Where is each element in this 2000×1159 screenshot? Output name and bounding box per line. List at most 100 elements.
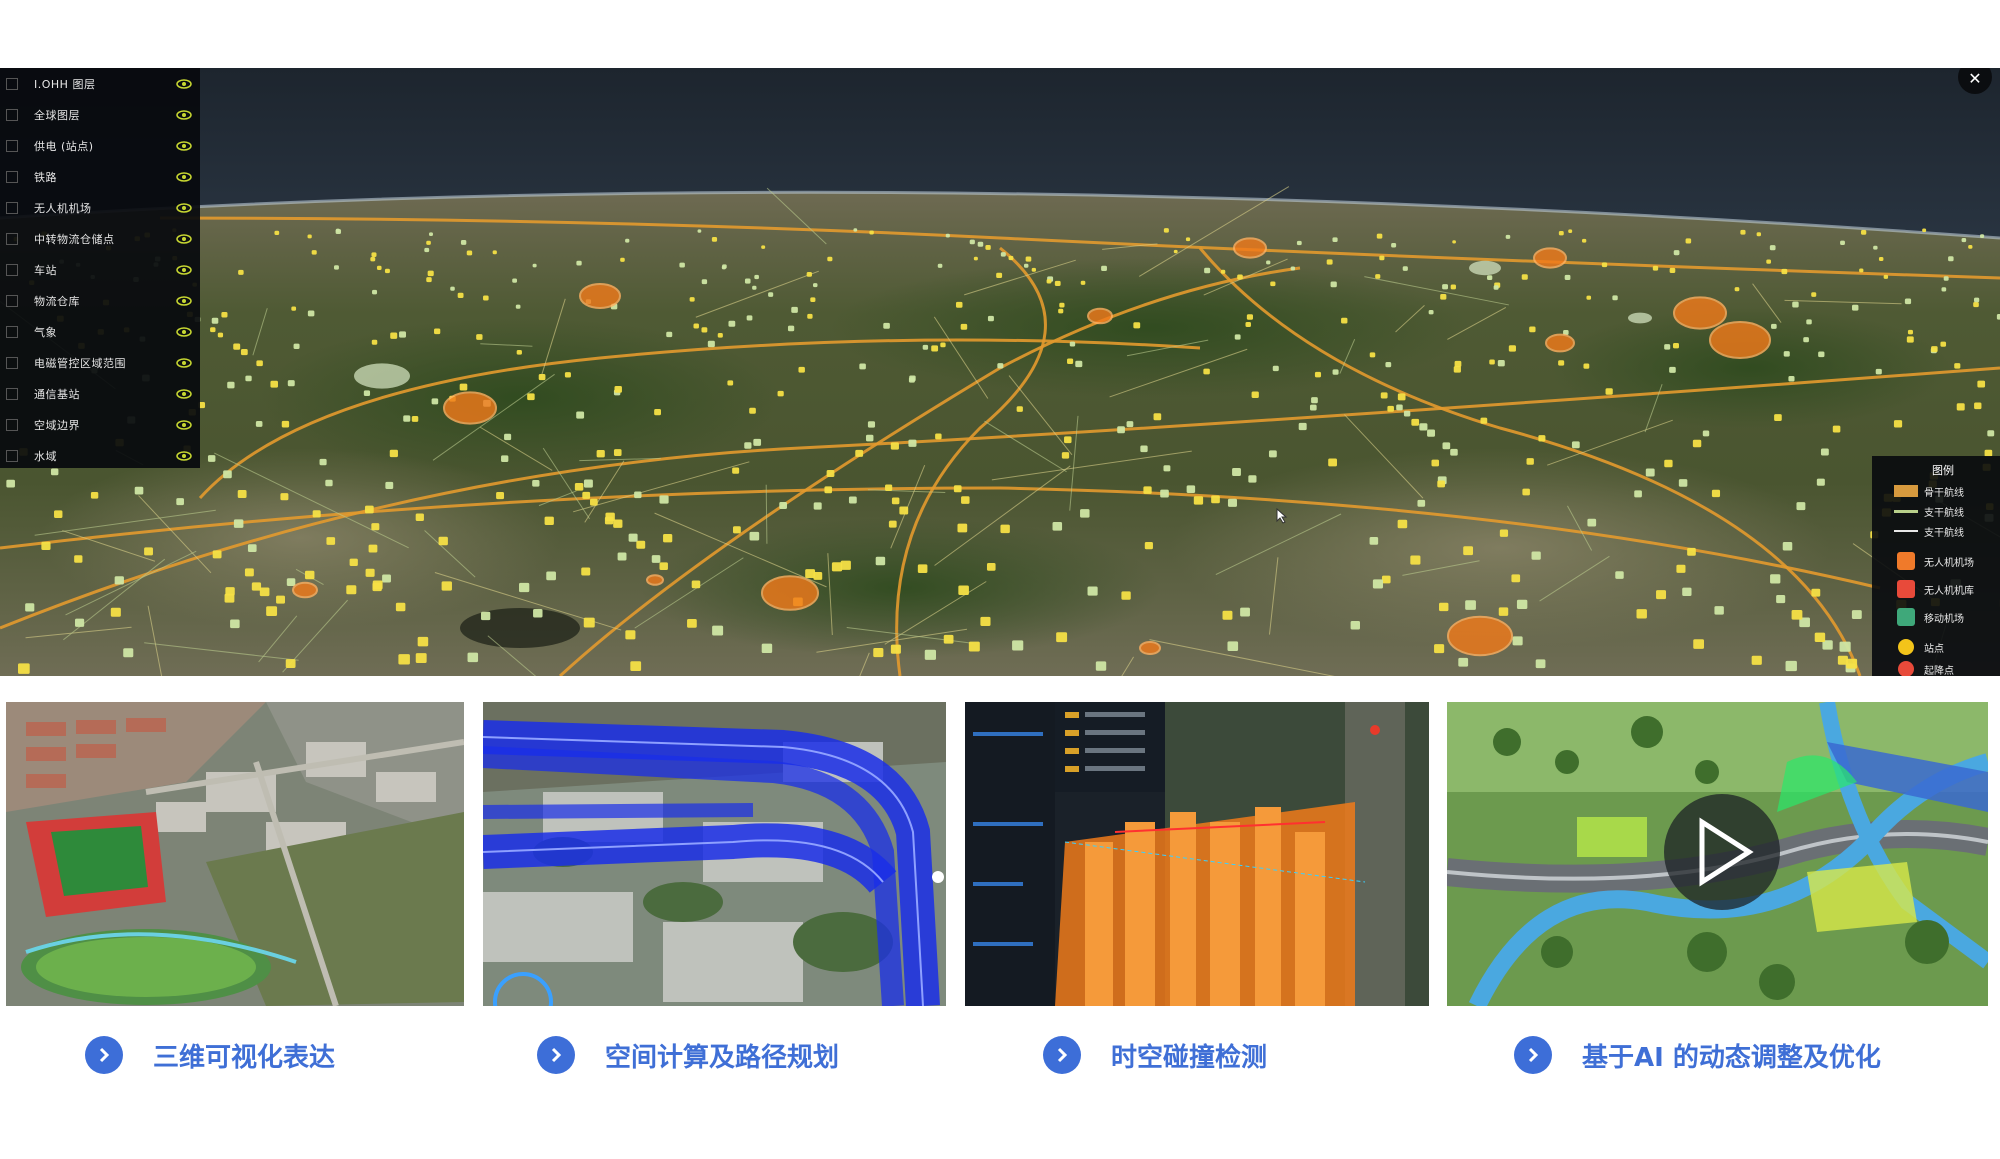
- station-node: [1529, 326, 1536, 333]
- thumbnail-collision-detection[interactable]: [965, 702, 1429, 1006]
- layer-label: 供电 (站点): [34, 139, 94, 153]
- feature-caption[interactable]: 三维可视化表达: [85, 1035, 335, 1075]
- station-node: [1931, 346, 1938, 353]
- eye-icon[interactable]: [176, 264, 192, 275]
- layer-item[interactable]: I.OHH 图层: [0, 68, 200, 99]
- station-node: [1878, 257, 1884, 262]
- feature-caption[interactable]: 基于AI 的动态调整及优化: [1514, 1035, 1881, 1075]
- map-3d-view[interactable]: I.OHH 图层 全球图层 供电 (站点) 铁路 无人机机场 中转物流仓储点 车…: [0, 68, 2000, 676]
- station-node: [417, 636, 429, 647]
- feature-caption[interactable]: 空间计算及路径规划: [537, 1035, 839, 1075]
- layer-item[interactable]: 通信基站: [0, 378, 200, 409]
- station-node: [1954, 363, 1961, 369]
- station-node: [701, 279, 708, 285]
- station-node: [922, 344, 929, 350]
- layer-item[interactable]: 中转物流仓储点: [0, 223, 200, 254]
- layer-item[interactable]: 电磁管控区域范围: [0, 347, 200, 378]
- station-node: [1498, 607, 1509, 616]
- eye-icon[interactable]: [176, 388, 192, 399]
- station-node: [721, 265, 726, 270]
- airport-zone: [646, 574, 664, 586]
- station-node: [460, 240, 467, 245]
- station-node: [1702, 430, 1710, 437]
- layer-label: 水域: [34, 449, 57, 463]
- eye-icon[interactable]: [176, 78, 192, 89]
- feature-caption-text: 时空碰撞检测: [1111, 1042, 1268, 1073]
- eye-icon[interactable]: [176, 109, 192, 120]
- layer-item[interactable]: 空域边界: [0, 409, 200, 440]
- station-node: [663, 534, 673, 543]
- legend-item: 无人机机库: [1894, 580, 1994, 598]
- station-node: [496, 491, 505, 500]
- station-node: [319, 458, 327, 466]
- station-node: [1372, 579, 1384, 589]
- station-node: [426, 277, 432, 283]
- station-node: [1008, 255, 1014, 261]
- thumbnail-3d-visualization[interactable]: [6, 702, 464, 1006]
- station-node: [270, 380, 278, 388]
- station-node: [960, 323, 968, 330]
- station-node: [617, 552, 627, 561]
- station-node: [311, 250, 317, 255]
- station-node: [1582, 238, 1587, 243]
- station-node: [1974, 297, 1980, 303]
- eye-icon[interactable]: [176, 295, 192, 306]
- station-node: [931, 345, 939, 352]
- chevron-right-icon[interactable]: [1514, 1036, 1552, 1074]
- layer-item[interactable]: 车站: [0, 254, 200, 285]
- station-node: [1453, 366, 1461, 373]
- station-node: [519, 582, 530, 593]
- layer-icon: [6, 263, 18, 276]
- station-node: [516, 349, 522, 355]
- station-node: [1454, 360, 1462, 368]
- station-node: [1330, 281, 1337, 288]
- station-node: [1069, 341, 1076, 347]
- station-node: [1940, 341, 1947, 347]
- layer-item[interactable]: 供电 (站点): [0, 130, 200, 161]
- layer-item[interactable]: 气象: [0, 316, 200, 347]
- legend-label: 移动机场: [1924, 613, 1964, 625]
- station-node: [1403, 410, 1411, 417]
- layer-item[interactable]: 物流仓库: [0, 285, 200, 316]
- station-node: [805, 569, 816, 578]
- station-node: [395, 602, 406, 612]
- chevron-right-icon[interactable]: [85, 1036, 123, 1074]
- station-node: [1770, 574, 1781, 584]
- station-node: [1326, 259, 1333, 265]
- station-node: [532, 480, 540, 487]
- eye-icon[interactable]: [176, 140, 192, 151]
- layer-item[interactable]: 水域: [0, 440, 200, 471]
- layer-item[interactable]: 全球图层: [0, 99, 200, 130]
- station-node: [1439, 602, 1449, 612]
- station-node: [74, 555, 83, 563]
- chevron-right-icon[interactable]: [1043, 1036, 1081, 1074]
- eye-icon[interactable]: [176, 450, 192, 461]
- layer-item[interactable]: 铁路: [0, 161, 200, 192]
- station-node: [659, 562, 668, 570]
- thumbnail-path-planning[interactable]: [483, 702, 946, 1006]
- eye-icon[interactable]: [176, 171, 192, 182]
- eye-icon[interactable]: [176, 357, 192, 368]
- station-node: [1332, 237, 1338, 243]
- feature-caption[interactable]: 时空碰撞检测: [1043, 1035, 1267, 1075]
- layer-item[interactable]: 无人机机场: [0, 192, 200, 223]
- layer-icon: [6, 356, 18, 369]
- station-node: [1059, 302, 1065, 308]
- eye-icon[interactable]: [176, 202, 192, 213]
- station-node: [1163, 228, 1169, 233]
- station-node: [1499, 529, 1509, 537]
- station-node: [1369, 352, 1376, 358]
- station-node: [1143, 486, 1152, 494]
- station-node: [1673, 250, 1680, 256]
- thumbnail-ai-optimization[interactable]: [1447, 702, 1988, 1006]
- eye-icon[interactable]: [176, 419, 192, 430]
- layer-panel: I.OHH 图层 全球图层 供电 (站点) 铁路 无人机机场 中转物流仓储点 车…: [0, 68, 200, 468]
- station-node: [1332, 369, 1339, 375]
- chevron-right-icon[interactable]: [537, 1036, 575, 1074]
- station-node: [1000, 524, 1010, 534]
- eye-icon[interactable]: [176, 233, 192, 244]
- eye-icon[interactable]: [176, 326, 192, 337]
- layer-icon: [6, 108, 18, 121]
- station-node: [732, 467, 740, 474]
- station-node: [492, 250, 497, 255]
